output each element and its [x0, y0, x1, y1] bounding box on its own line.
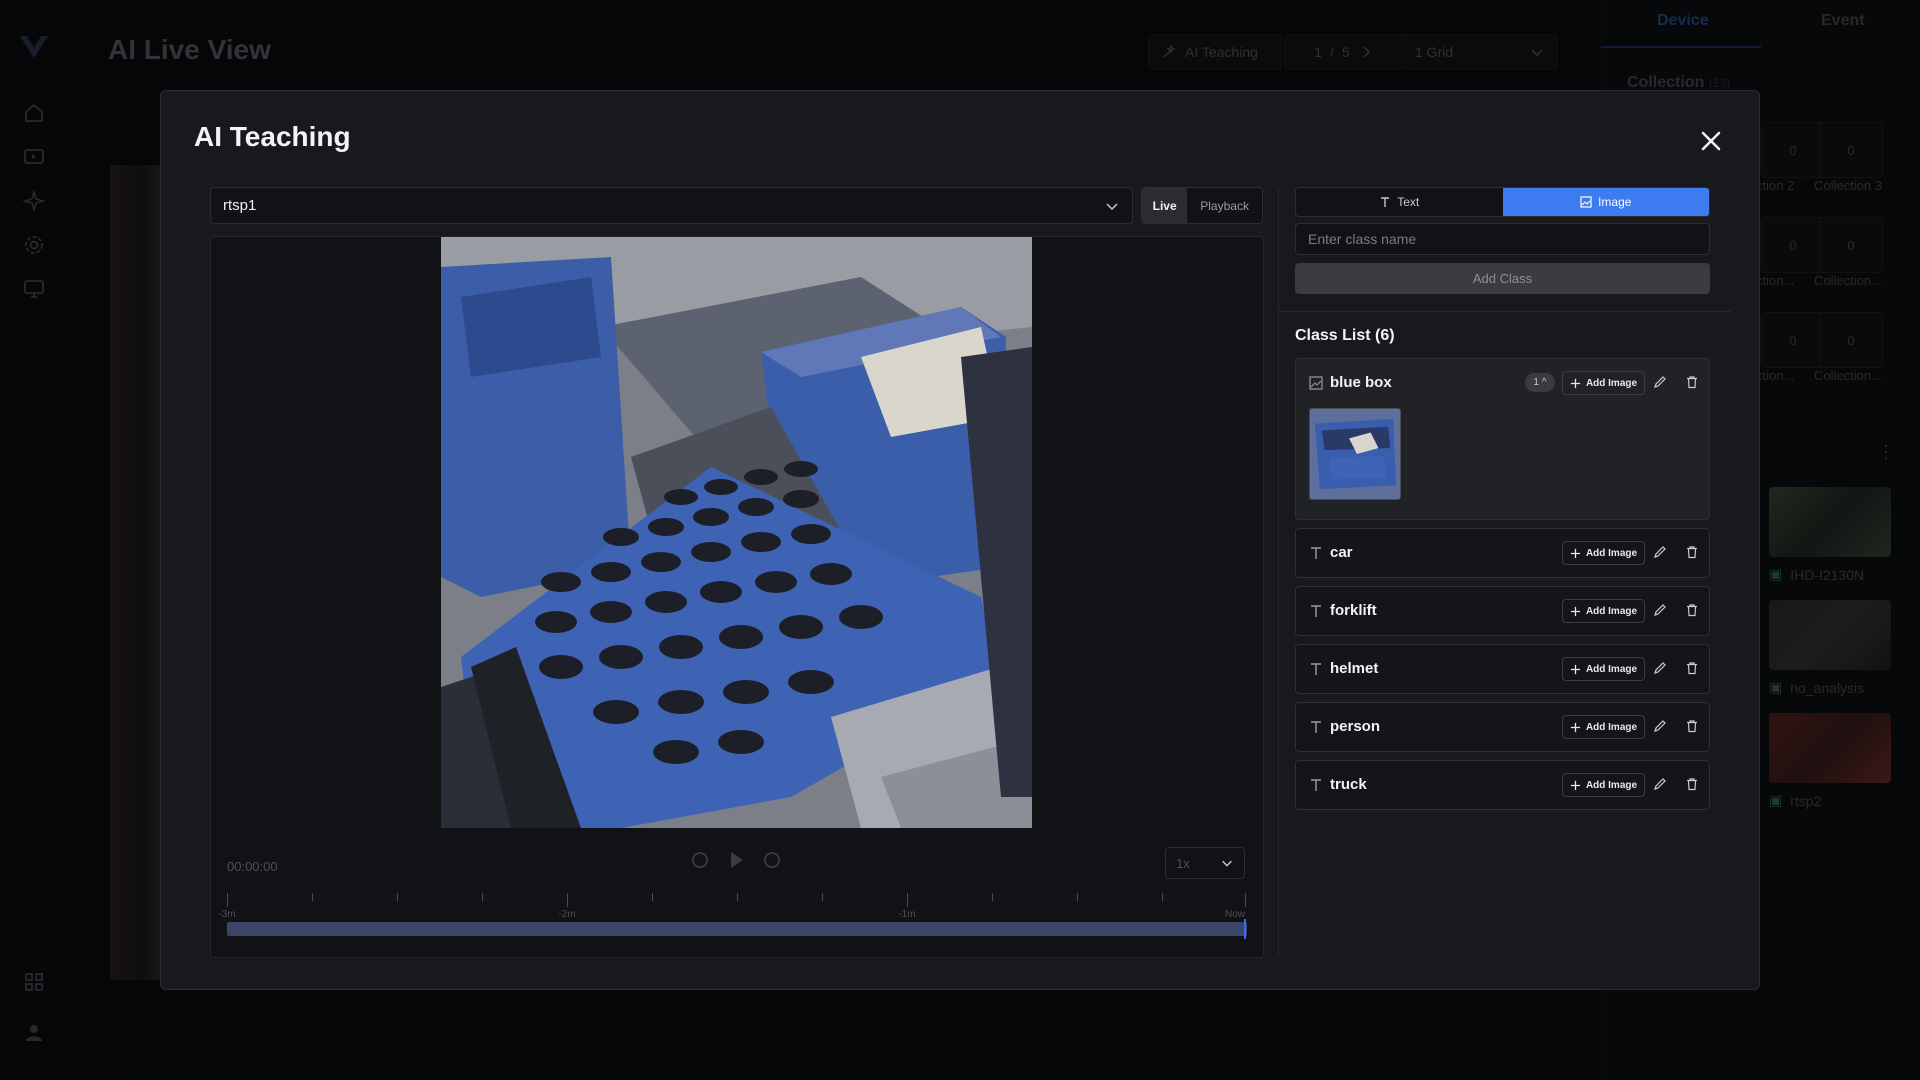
source-select[interactable]: rtsp1 — [210, 187, 1133, 224]
plus-icon — [1570, 606, 1581, 616]
speed-value: 1x — [1176, 855, 1190, 871]
timeline-playhead[interactable] — [1244, 919, 1246, 939]
edit-icon[interactable] — [1653, 777, 1667, 791]
class-name: car — [1330, 544, 1353, 561]
timeline-tick — [482, 893, 483, 901]
class-name-input[interactable] — [1295, 223, 1710, 255]
add-image-button[interactable]: Add Image — [1562, 371, 1645, 395]
plus-icon — [1570, 780, 1581, 790]
class-name: forklift — [1330, 602, 1377, 619]
plus-icon — [1570, 548, 1581, 558]
timeline[interactable]: -3m -2m -1m Now — [218, 885, 1247, 945]
tab-text[interactable]: Text — [1296, 188, 1503, 216]
edit-icon[interactable] — [1653, 719, 1667, 733]
add-image-button[interactable]: Add Image — [1562, 541, 1645, 565]
class-name: person — [1330, 718, 1381, 735]
class-item-car[interactable]: car Add Image — [1295, 528, 1710, 578]
close-icon[interactable] — [1696, 126, 1726, 156]
rewind-icon[interactable] — [689, 849, 711, 871]
app-root: AI Live View AI Teaching 1 / 5 1 Grid De… — [0, 0, 1920, 1080]
class-item-person[interactable]: person Add Image — [1295, 702, 1710, 752]
tab-image[interactable]: Image — [1502, 188, 1709, 216]
image-type-icon — [1309, 376, 1323, 390]
text-type-icon — [1309, 720, 1323, 734]
class-item-forklift[interactable]: forklift Add Image — [1295, 586, 1710, 636]
timeline-label: -1m — [898, 909, 916, 920]
class-list-title: Class List (6) — [1295, 327, 1395, 344]
play-icon[interactable] — [725, 849, 747, 871]
divider — [1279, 311, 1731, 312]
edit-icon[interactable] — [1653, 661, 1667, 675]
add-image-button[interactable]: Add Image — [1562, 715, 1645, 739]
divider — [1278, 187, 1279, 957]
plus-icon — [1570, 722, 1581, 732]
timeline-label: -2m — [558, 909, 576, 920]
edit-icon[interactable] — [1653, 603, 1667, 617]
modal-title: AI Teaching — [194, 121, 351, 152]
timeline-tick — [227, 893, 228, 907]
chevron-up-icon: ^ — [1541, 377, 1547, 388]
class-item-blue-box[interactable]: blue box 1 ^ Add Image — [1295, 358, 1710, 520]
class-type-tabs: Text Image — [1295, 187, 1710, 217]
timeline-track[interactable] — [227, 922, 1247, 936]
text-type-icon — [1309, 604, 1323, 618]
text-type-icon — [1309, 778, 1323, 792]
timeline-tick — [822, 893, 823, 901]
video-frame[interactable] — [441, 237, 1032, 828]
timeline-tick — [907, 893, 908, 907]
trash-icon[interactable] — [1685, 777, 1699, 791]
class-name: blue box — [1330, 374, 1392, 391]
playback-controls — [689, 849, 783, 871]
timeline-label: Now — [1224, 909, 1246, 920]
timeline-tick — [312, 893, 313, 901]
class-name: truck — [1330, 776, 1367, 793]
text-type-icon — [1309, 546, 1323, 560]
source-select-value: rtsp1 — [223, 197, 257, 214]
playback-time: 00:00:00 — [227, 859, 278, 874]
add-image-button[interactable]: Add Image — [1562, 599, 1645, 623]
trash-icon[interactable] — [1685, 719, 1699, 733]
video-player: 00:00:00 1x -3m -2m -1m Now — [210, 236, 1264, 958]
class-item-helmet[interactable]: helmet Add Image — [1295, 644, 1710, 694]
ai-teaching-modal: AI Teaching rtsp1 Live Playback 00:00:00… — [160, 90, 1760, 990]
chevron-down-icon — [1106, 202, 1118, 210]
add-image-button[interactable]: Add Image — [1562, 657, 1645, 681]
trash-icon[interactable] — [1685, 375, 1699, 389]
timeline-tick — [567, 893, 568, 907]
tab-playback[interactable]: Playback — [1187, 188, 1262, 223]
class-item-truck[interactable]: truck Add Image — [1295, 760, 1710, 810]
image-count-badge[interactable]: 1 ^ — [1525, 373, 1555, 392]
class-image-thumbnail[interactable] — [1309, 408, 1401, 500]
plus-icon — [1570, 378, 1581, 388]
edit-icon[interactable] — [1653, 375, 1667, 389]
trash-icon[interactable] — [1685, 661, 1699, 675]
timeline-tick — [397, 893, 398, 901]
plus-icon — [1570, 664, 1581, 674]
chevron-down-icon — [1222, 860, 1232, 867]
class-name: helmet — [1330, 660, 1379, 677]
edit-icon[interactable] — [1653, 545, 1667, 559]
trash-icon[interactable] — [1685, 545, 1699, 559]
add-class-button[interactable]: Add Class — [1295, 263, 1710, 294]
image-type-icon — [1580, 196, 1592, 208]
add-image-button[interactable]: Add Image — [1562, 773, 1645, 797]
timeline-tick — [1162, 893, 1163, 901]
timeline-tick — [1245, 893, 1246, 907]
timeline-tick — [1077, 893, 1078, 901]
speed-select[interactable]: 1x — [1165, 847, 1245, 879]
timeline-tick — [737, 893, 738, 901]
text-type-icon — [1309, 662, 1323, 676]
trash-icon[interactable] — [1685, 603, 1699, 617]
mode-tabs: Live Playback — [1141, 187, 1263, 224]
timeline-tick — [652, 893, 653, 901]
timeline-label: -3m — [218, 909, 236, 920]
tab-live[interactable]: Live — [1142, 188, 1188, 223]
text-type-icon — [1381, 197, 1390, 207]
forward-icon[interactable] — [761, 849, 783, 871]
timeline-tick — [992, 893, 993, 901]
